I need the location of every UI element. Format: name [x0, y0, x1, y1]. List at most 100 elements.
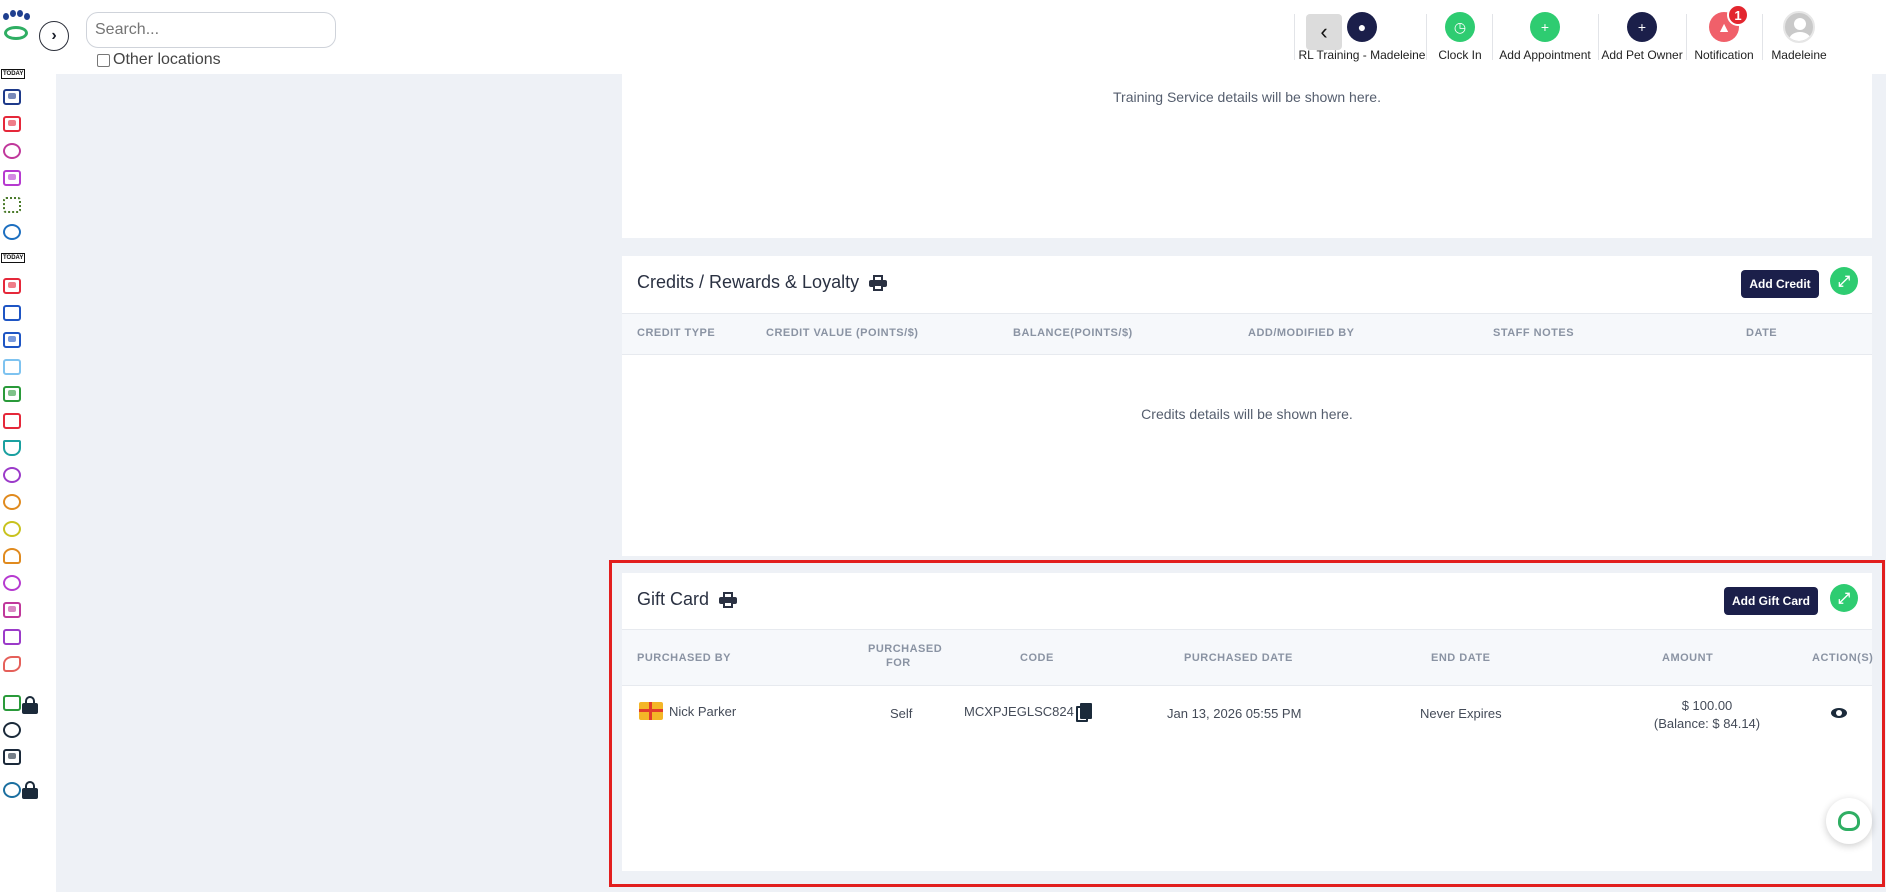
clock-in-button[interactable]: ◷ Clock In: [1432, 10, 1488, 62]
store-icon[interactable]: [1, 168, 23, 188]
add-pet-owner-label: Add Pet Owner: [1601, 48, 1683, 62]
gift-card-title-row: Gift Card: [637, 589, 738, 610]
dashboard-icon[interactable]: [1, 87, 23, 107]
column-header: PURCHASED: [868, 643, 943, 655]
training-empty-message: Training Service details will be shown h…: [1113, 89, 1381, 105]
column-header: CREDIT VALUE (POINTS/$): [766, 327, 919, 339]
team-icon[interactable]: [1, 747, 23, 767]
calendar-icon[interactable]: [1, 303, 23, 323]
analytics-icon[interactable]: [1, 693, 23, 713]
expand-sidebar-button[interactable]: ›: [39, 21, 69, 51]
thumbs-up-icon[interactable]: [1, 627, 23, 647]
column-header: FOR: [886, 657, 911, 669]
column-header: ACTION(S): [1812, 652, 1874, 664]
user-icon[interactable]: [1, 546, 23, 566]
lock-icon: [22, 781, 38, 799]
printer-icon[interactable]: [719, 591, 738, 608]
report-icon[interactable]: [1, 411, 23, 431]
credits-empty-message: Credits details will be shown here.: [1141, 406, 1353, 422]
column-header: CODE: [1020, 652, 1054, 664]
notification-badge: 1: [1727, 4, 1749, 26]
pet-timer-icon[interactable]: [1, 465, 23, 485]
credits-panel: Credits / Rewards & Loyalty Add Credit ⤢…: [622, 256, 1872, 556]
purchased-for: Self: [890, 706, 913, 721]
column-header: PURCHASED DATE: [1184, 652, 1293, 664]
grid-icon[interactable]: [1, 357, 23, 377]
today-edit-icon[interactable]: TODAY: [1, 249, 26, 269]
add-appointment-label: Add Appointment: [1499, 48, 1591, 62]
checkbox-icon[interactable]: [97, 53, 110, 67]
pet-walk-icon[interactable]: [1, 141, 23, 161]
location-selector[interactable]: ● RL Training - Madeleine: [1299, 10, 1425, 62]
chat-icon[interactable]: [1, 573, 23, 593]
column-header: AMOUNT: [1662, 652, 1714, 664]
rocket-icon[interactable]: [1, 654, 23, 674]
staff-list-icon[interactable]: [1, 195, 23, 215]
user-menu[interactable]: Madeleine: [1766, 10, 1832, 62]
gift-card-title: Gift Card: [637, 589, 710, 609]
add-gift-card-button[interactable]: Add Gift Card: [1724, 587, 1818, 615]
add-credit-button[interactable]: Add Credit: [1741, 270, 1819, 298]
amount: $ 100.00: [1681, 698, 1733, 713]
column-header: PURCHASED BY: [637, 652, 732, 664]
add-appointment-button[interactable]: + Add Appointment: [1497, 10, 1593, 62]
column-header: CREDIT TYPE: [637, 327, 716, 339]
app-logo[interactable]: [2, 10, 30, 42]
avatar: [1783, 11, 1815, 43]
clock-in-label: Clock In: [1438, 48, 1482, 62]
end-date: Never Expires: [1420, 706, 1502, 721]
copy-icon[interactable]: [1076, 703, 1092, 723]
add-pet-owner-button[interactable]: + Add Pet Owner: [1601, 10, 1683, 62]
top-bar: Other locations ‹ ● RL Training - Madele…: [56, 0, 1886, 74]
fullscreen-icon[interactable]: ⤢: [1830, 267, 1858, 295]
badge-icon[interactable]: [1, 519, 23, 539]
bell-icon: ▲ 1: [1709, 4, 1749, 42]
search-input[interactable]: [86, 12, 336, 48]
location-label: RL Training - Madeleine: [1298, 48, 1426, 62]
calendar-grid-icon[interactable]: [1, 114, 23, 134]
credits-table-header: CREDIT TYPE CREDIT VALUE (POINTS/$) BALA…: [622, 313, 1872, 355]
location-check-icon[interactable]: [1, 222, 23, 242]
paw-icon[interactable]: [1, 492, 23, 512]
gift-card-icon: [639, 702, 663, 720]
notification-label: Notification: [1694, 48, 1754, 62]
purchased-by: Nick Parker: [669, 704, 737, 719]
chevron-right-icon: ›: [51, 27, 57, 44]
column-header: DATE: [1746, 327, 1778, 339]
clock-icon: ◷: [1445, 12, 1475, 42]
add-user-icon: +: [1627, 12, 1657, 42]
tools-icon[interactable]: [1, 780, 23, 800]
lock-icon: [22, 696, 38, 714]
view-icon[interactable]: [1831, 708, 1847, 718]
column-header: BALANCE(POINTS/$): [1013, 327, 1133, 339]
sidebar: TODAY TODAY: [0, 0, 56, 892]
column-header: ADD/MODIFIED BY: [1248, 327, 1355, 339]
calendar-user-icon[interactable]: [1, 330, 23, 350]
notification-button[interactable]: ▲ 1 Notification: [1690, 4, 1758, 62]
help-chat-button[interactable]: [1826, 798, 1872, 844]
table-row: Nick Parker Self MCXPJEGLSC824 Jan 13, 2…: [622, 686, 1872, 746]
cart-icon[interactable]: [1, 438, 23, 458]
purchased-date: Jan 13, 2026 05:55 PM: [1167, 706, 1302, 721]
checklist-icon[interactable]: [1, 384, 23, 404]
column-header: STAFF NOTES: [1493, 327, 1575, 339]
user-name: Madeleine: [1771, 48, 1827, 62]
gift-card-panel: Gift Card Add Gift Card ⤢ PURCHASED BY P…: [622, 573, 1874, 871]
gift-card-table-header: PURCHASED BY PURCHASED FOR CODE PURCHASE…: [622, 629, 1874, 686]
credits-title-row: Credits / Rewards & Loyalty: [637, 272, 888, 293]
fullscreen-icon[interactable]: ⤢: [1830, 584, 1858, 612]
training-panel: Training Service details will be shown h…: [622, 74, 1872, 238]
location-pin-icon: ●: [1347, 12, 1377, 42]
credits-title: Credits / Rewards & Loyalty: [637, 272, 860, 292]
other-locations-checkbox[interactable]: Other locations: [97, 51, 221, 69]
column-header: END DATE: [1431, 652, 1491, 664]
paw-chat-icon: [1838, 811, 1860, 831]
printer-icon[interactable]: [869, 274, 888, 291]
clock-settings-icon[interactable]: [1, 720, 23, 740]
calendar-edit-icon[interactable]: [1, 276, 23, 296]
balance: (Balance: $ 84.14): [1653, 716, 1761, 731]
gift-card-code: MCXPJEGLSC824: [964, 704, 1074, 719]
gallery-icon[interactable]: [1, 600, 23, 620]
calendar-plus-icon: +: [1530, 12, 1560, 42]
today-icon[interactable]: TODAY: [1, 65, 26, 85]
